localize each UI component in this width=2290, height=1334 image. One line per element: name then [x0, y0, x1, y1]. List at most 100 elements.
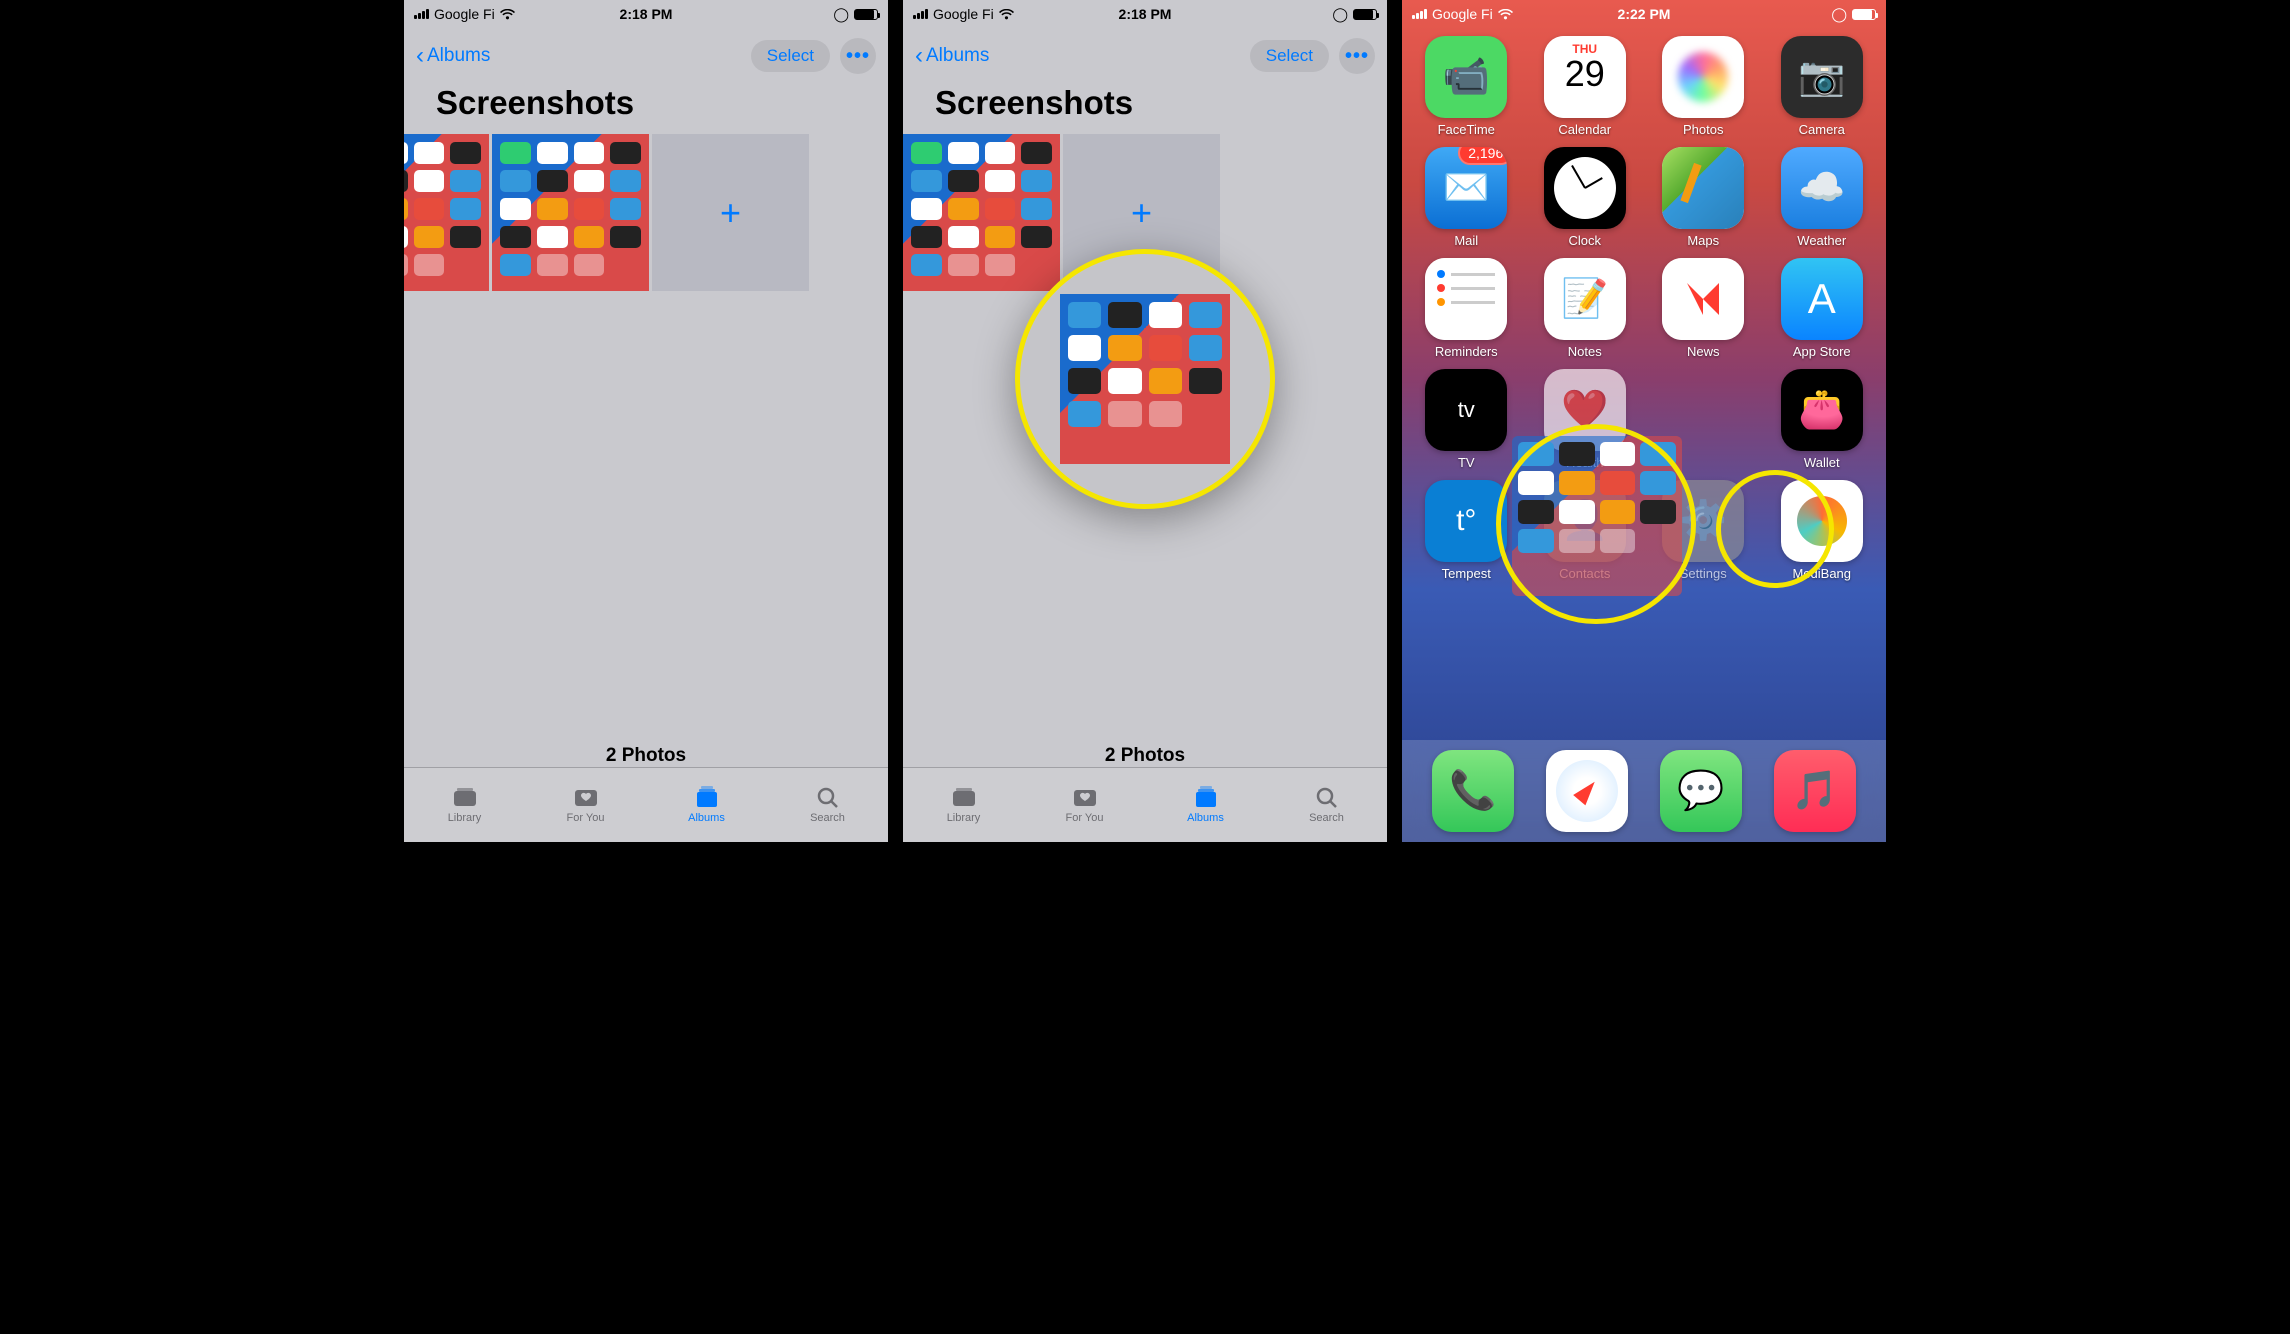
dock-app-music[interactable]: 🎵: [1774, 750, 1856, 832]
app-clock[interactable]: Clock: [1533, 147, 1638, 248]
tab-label: Albums: [688, 812, 725, 824]
app-tempest[interactable]: t° Tempest: [1414, 480, 1519, 581]
plus-icon: +: [720, 192, 741, 234]
wifi-icon: [500, 9, 515, 20]
dragged-screenshot-highlight[interactable]: [1015, 249, 1275, 509]
app-label: Mail: [1454, 233, 1478, 248]
battery-icon: [1353, 9, 1377, 20]
app-label: Maps: [1687, 233, 1719, 248]
clock-icon: [1544, 147, 1626, 229]
select-button[interactable]: Select: [1250, 40, 1329, 72]
battery-icon: [1852, 9, 1876, 20]
dragged-screenshot[interactable]: [1060, 294, 1230, 464]
app-facetime[interactable]: 📹 FaceTime: [1414, 36, 1519, 137]
tab-bar: Library For You Albums Search: [903, 767, 1387, 842]
app-reminders[interactable]: Reminders: [1414, 258, 1519, 359]
tab-foryou[interactable]: For You: [525, 768, 646, 842]
wifi-icon: [999, 9, 1014, 20]
status-bar: Google Fi 2:18 PM ◯: [903, 0, 1387, 28]
tab-label: Library: [448, 812, 482, 824]
tab-albums[interactable]: Albums: [1145, 768, 1266, 842]
app-label: Settings: [1680, 566, 1727, 581]
time-label: 2:22 PM: [1618, 6, 1671, 22]
app-label: News: [1687, 344, 1720, 359]
app-label: Clock: [1568, 233, 1601, 248]
tab-search[interactable]: Search: [767, 768, 888, 842]
app-calendar[interactable]: THU29Calendar: [1533, 36, 1638, 137]
app-label: TV: [1458, 455, 1475, 470]
status-bar: Google Fi 2:22 PM ◯: [1402, 0, 1886, 28]
music-icon: 🎵: [1774, 750, 1856, 832]
app-wallet[interactable]: 👛Wallet: [1770, 369, 1875, 470]
back-button[interactable]: ‹ Albums: [915, 42, 989, 70]
foryou-icon: [1071, 786, 1099, 808]
dock-app-safari[interactable]: [1546, 750, 1628, 832]
tab-library[interactable]: Library: [903, 768, 1024, 842]
tab-search[interactable]: Search: [1266, 768, 1387, 842]
news-icon: [1662, 258, 1744, 340]
tab-label: For You: [1066, 812, 1104, 824]
carrier-label: Google Fi: [1432, 6, 1493, 22]
wifi-icon: [1498, 9, 1513, 20]
tv-icon: tv: [1425, 369, 1507, 451]
badge: 2,196: [1458, 147, 1507, 165]
app-weather[interactable]: ☁️Weather: [1770, 147, 1875, 248]
tab-albums[interactable]: Albums: [646, 768, 767, 842]
battery-icon: [854, 9, 878, 20]
tempest-icon: t°: [1425, 480, 1507, 562]
tab-bar: Library For You Albums Search: [404, 767, 888, 842]
select-button[interactable]: Select: [751, 40, 830, 72]
time-label: 2:18 PM: [620, 6, 673, 22]
facetime-icon: 📹: [1425, 36, 1507, 118]
more-button[interactable]: •••: [840, 38, 876, 74]
time-label: 2:18 PM: [1119, 6, 1172, 22]
app-photos[interactable]: Photos: [1651, 36, 1756, 137]
app-label: FaceTime: [1438, 122, 1495, 137]
dock-app-messages[interactable]: 💬: [1660, 750, 1742, 832]
app-tv[interactable]: tv TV: [1414, 369, 1519, 470]
app-label: Weather: [1797, 233, 1846, 248]
search-icon: [814, 786, 842, 808]
screenshot-thumb-1[interactable]: [903, 134, 1060, 291]
headphones-icon: ◯: [1332, 6, 1348, 23]
signal-icon: [913, 9, 928, 19]
app-label: Wallet: [1804, 455, 1840, 470]
tab-label: Library: [947, 812, 981, 824]
app-medibang[interactable]: MediBang: [1770, 480, 1875, 581]
app-label: Photos: [1683, 122, 1723, 137]
tab-label: Albums: [1187, 812, 1224, 824]
dock-app-phone[interactable]: 📞: [1432, 750, 1514, 832]
app-news[interactable]: News: [1651, 258, 1756, 359]
tab-label: Search: [810, 812, 845, 824]
maps-icon: [1662, 147, 1744, 229]
app-label: App Store: [1793, 344, 1851, 359]
app-mail[interactable]: ✉️2,196Mail: [1414, 147, 1519, 248]
back-button[interactable]: ‹ Albums: [416, 42, 490, 70]
back-label: Albums: [926, 45, 989, 67]
screenshot-thumb-2[interactable]: [492, 134, 649, 291]
app-camera[interactable]: 📷Camera: [1770, 36, 1875, 137]
chevron-left-icon: ‹: [915, 42, 923, 70]
headphones-icon: ◯: [1831, 6, 1847, 23]
photos-app-dragging-view: Google Fi 2:18 PM ◯ ‹ Albums Select ••• …: [903, 0, 1387, 842]
safari-icon: [1546, 750, 1628, 832]
tab-foryou[interactable]: For You: [1024, 768, 1145, 842]
tab-label: Search: [1309, 812, 1344, 824]
foryou-icon: [572, 786, 600, 808]
add-photo-tile[interactable]: +: [652, 134, 809, 291]
app-label: Tempest: [1442, 566, 1491, 581]
thumbnail-row: +: [404, 134, 888, 291]
signal-icon: [1412, 9, 1427, 19]
screenshot-thumb-1[interactable]: [404, 134, 489, 291]
phone-icon: 📞: [1432, 750, 1514, 832]
more-button[interactable]: •••: [1339, 38, 1375, 74]
search-icon: [1313, 786, 1341, 808]
page-title: Screenshots: [404, 84, 888, 134]
app-notes[interactable]: 📝Notes: [1533, 258, 1638, 359]
drag-drop-ghost[interactable]: [1512, 436, 1682, 596]
back-label: Albums: [427, 45, 490, 67]
calendar-icon: THU29: [1544, 36, 1626, 118]
app-maps[interactable]: Maps: [1651, 147, 1756, 248]
app-app-store[interactable]: AApp Store: [1770, 258, 1875, 359]
tab-library[interactable]: Library: [404, 768, 525, 842]
